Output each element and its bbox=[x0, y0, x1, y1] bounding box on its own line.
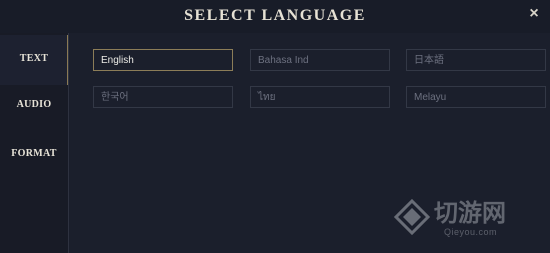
language-option-japanese[interactable]: 日本語 bbox=[406, 49, 546, 71]
tab-audio[interactable]: AUDIO bbox=[0, 85, 68, 135]
language-option-thai[interactable]: ไทย bbox=[250, 86, 390, 108]
dialog-titlebar: SELECT LANGUAGE × bbox=[0, 0, 550, 33]
sidebar-divider bbox=[68, 33, 69, 253]
watermark-logo-icon bbox=[394, 199, 430, 235]
settings-sidebar: TEXT AUDIO FORMAT bbox=[0, 33, 69, 253]
tab-text-label: TEXT bbox=[19, 53, 49, 64]
close-icon[interactable]: × bbox=[526, 6, 542, 22]
language-option-bahasa-indonesia[interactable]: Bahasa Ind bbox=[250, 49, 390, 71]
language-option-malay[interactable]: Melayu bbox=[406, 86, 546, 108]
watermark-url: Qieyou.com bbox=[444, 227, 498, 237]
tab-format[interactable]: FORMAT bbox=[0, 134, 68, 184]
tab-text[interactable]: TEXT bbox=[0, 35, 69, 85]
tab-audio-label: AUDIO bbox=[16, 99, 52, 110]
language-dialog: SELECT LANGUAGE × TEXT AUDIO FORMAT Engl… bbox=[0, 0, 550, 253]
language-option-korean[interactable]: 한국어 bbox=[93, 86, 233, 108]
tab-format-label: FORMAT bbox=[11, 148, 57, 159]
watermark: 切游网 Qieyou.com bbox=[394, 197, 544, 245]
dialog-title: SELECT LANGUAGE bbox=[184, 7, 366, 24]
language-option-english[interactable]: English bbox=[93, 49, 233, 71]
watermark-brand: 切游网 bbox=[434, 199, 506, 227]
